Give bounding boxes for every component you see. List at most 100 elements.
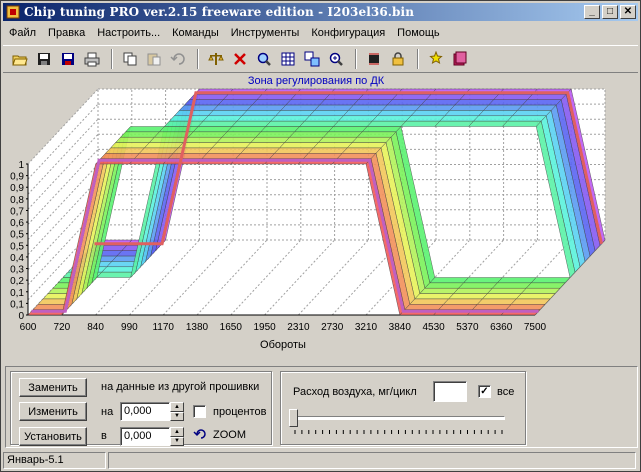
surface-cell — [133, 153, 174, 159]
surface-cell — [202, 115, 243, 122]
surface-cell — [506, 115, 547, 122]
menu-tools[interactable]: Инструменты — [225, 25, 306, 41]
in-value-field[interactable]: 0,000 — [120, 427, 170, 446]
scales-icon[interactable] — [205, 48, 227, 70]
surface-cell — [167, 153, 208, 159]
surface-cell — [172, 147, 213, 154]
surface-cell — [255, 131, 296, 138]
menu-configuration[interactable]: Конфигурация — [305, 25, 391, 41]
menu-edit[interactable]: Правка — [42, 25, 91, 41]
minimize-button[interactable]: _ — [584, 5, 600, 19]
wizard-icon[interactable] — [425, 48, 447, 70]
surface-cell — [105, 147, 145, 154]
clear-icon[interactable] — [229, 48, 251, 70]
z-tick-label: 0,2 — [10, 276, 24, 287]
airflow-group: Расход воздуха, мг/цикл ✓ все — [280, 371, 526, 445]
surface-cell — [324, 94, 364, 100]
surface-cell — [520, 288, 561, 294]
surface-cell — [361, 126, 402, 133]
x-tick-label: 3840 — [389, 322, 412, 333]
surface-cell — [488, 99, 528, 106]
surface-cell — [516, 104, 557, 111]
lock-icon[interactable] — [387, 48, 409, 70]
airflow-label: Расход воздуха, мг/цикл — [293, 386, 417, 398]
surface-cell — [110, 142, 150, 149]
surface-cell — [241, 110, 282, 116]
zoom-icon[interactable] — [325, 48, 347, 70]
surface-cell — [309, 110, 349, 116]
surface-cell — [319, 99, 359, 106]
airflow-slider-track[interactable] — [293, 416, 505, 420]
surface-cell — [409, 298, 450, 305]
paste-icon[interactable] — [143, 48, 165, 70]
surface-cell — [307, 147, 348, 154]
maximize-button[interactable]: □ — [602, 5, 618, 19]
surface-cell — [505, 304, 546, 310]
menu-bar: Файл Правка Настроить... Команды Инструм… — [3, 23, 446, 43]
spin-down-icon[interactable]: ▼ — [170, 411, 184, 421]
surface-cell — [148, 137, 189, 143]
surface-cell — [530, 277, 571, 284]
replace-button[interactable]: Заменить — [19, 378, 87, 397]
open-icon[interactable] — [9, 48, 31, 70]
in-value-spinner[interactable]: ▲ ▼ — [170, 427, 184, 446]
table-icon[interactable] — [277, 48, 299, 70]
surface-cell — [158, 126, 199, 133]
book-icon[interactable] — [449, 48, 471, 70]
on-value-spinner[interactable]: ▲ ▼ — [170, 402, 184, 421]
surface-cell — [163, 120, 204, 127]
surface-cell — [120, 131, 160, 138]
surface-cell — [366, 120, 407, 127]
save-as-icon[interactable] — [57, 48, 79, 70]
menu-file[interactable]: Файл — [3, 25, 42, 41]
menu-help[interactable]: Помощь — [391, 25, 446, 41]
surface-cell — [419, 288, 460, 294]
percent-checkbox[interactable] — [193, 405, 206, 418]
surface-cell — [525, 282, 566, 289]
surface-cell — [414, 293, 455, 300]
status-right — [108, 452, 636, 469]
surface-cell — [246, 104, 287, 111]
surface-cell — [376, 110, 417, 116]
search-icon[interactable] — [253, 48, 275, 70]
toolbar-separator — [111, 49, 113, 69]
main-window: Chip tuning PRO ver.2.15 freeware editio… — [0, 0, 641, 472]
chart-svg[interactable]: Зона регулирования по ДК00,10,10,20,30,4… — [5, 74, 638, 358]
surface-cell — [299, 120, 339, 127]
surface-cell — [410, 110, 451, 116]
check-icon: ✓ — [480, 386, 489, 397]
surface-cell — [317, 137, 358, 143]
spin-down-icon[interactable]: ▼ — [170, 436, 184, 446]
spin-up-icon[interactable]: ▲ — [170, 427, 184, 437]
save-icon[interactable] — [33, 48, 55, 70]
spin-up-icon[interactable]: ▲ — [170, 402, 184, 412]
zoom-control[interactable]: ZOOM — [193, 428, 246, 442]
toolbar — [3, 45, 638, 73]
surface-cell — [322, 131, 363, 138]
close-button[interactable]: ✕ — [620, 5, 636, 19]
title-bar[interactable]: Chip tuning PRO ver.2.15 freeware editio… — [3, 3, 638, 21]
compare-icon[interactable] — [301, 48, 323, 70]
airflow-field[interactable] — [433, 381, 467, 402]
copy-icon[interactable] — [119, 48, 141, 70]
set-button[interactable]: Установить — [19, 427, 87, 446]
surface-cell — [510, 298, 551, 305]
surface-cell — [476, 298, 517, 305]
undo-icon[interactable] — [167, 48, 189, 70]
menu-commands[interactable]: Команды — [166, 25, 225, 41]
print-icon[interactable] — [81, 48, 103, 70]
window-title: Chip tuning PRO ver.2.15 freeware editio… — [24, 5, 415, 19]
airflow-slider-thumb[interactable] — [289, 409, 298, 427]
surface-cell — [280, 104, 321, 111]
menu-settings[interactable]: Настроить... — [91, 25, 166, 41]
toolbar-separator — [417, 49, 419, 69]
surface-cell — [138, 147, 179, 154]
source-text: на данные из другой прошивки — [101, 381, 260, 393]
chip-icon[interactable] — [363, 48, 385, 70]
on-value-field[interactable]: 0,000 — [120, 402, 170, 421]
surface-cell — [443, 298, 483, 305]
surface-cell — [434, 120, 475, 127]
all-checkbox[interactable]: ✓ — [478, 385, 491, 398]
change-button[interactable]: Изменить — [19, 402, 87, 421]
surface-cell — [341, 147, 382, 154]
